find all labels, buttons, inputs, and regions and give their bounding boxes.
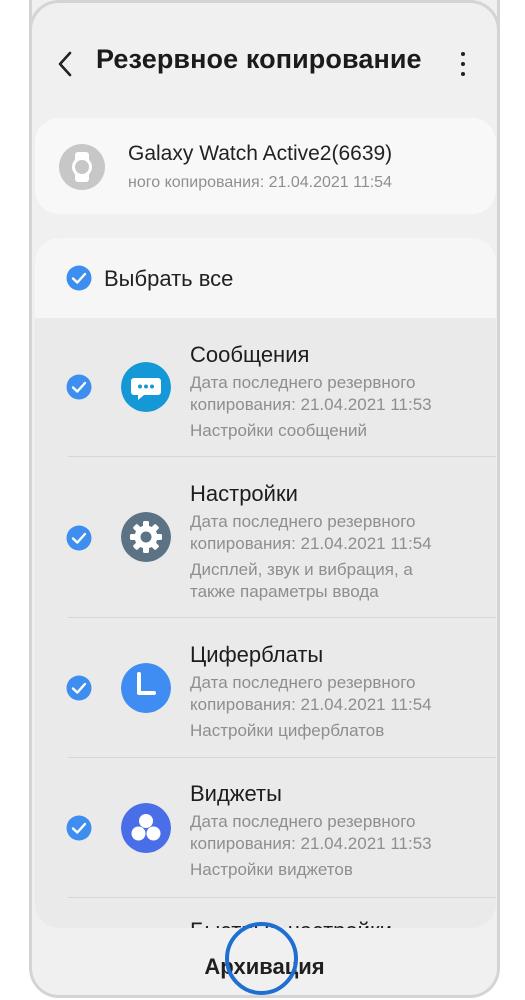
more-options-button[interactable] [450, 48, 476, 80]
backup-button[interactable]: Архивация [32, 930, 497, 995]
gear-icon [121, 512, 171, 562]
phone-frame: Резервное копирование Galaxy Watch Activ… [29, 0, 500, 998]
divider [68, 897, 496, 898]
select-all-row[interactable]: Выбрать все [35, 238, 496, 318]
item-description-line2: также параметры ввода [190, 582, 379, 601]
list-item-quick-settings[interactable]: Быстрые настройки [35, 899, 496, 928]
list-item-watch-faces[interactable]: Циферблаты Дата последнего резервного ко… [35, 619, 496, 758]
message-icon [121, 362, 171, 412]
page-title: Резервное копирование [96, 44, 422, 74]
device-name: Galaxy Watch Active2(6639) [128, 142, 393, 165]
list-item-settings[interactable]: Настройки Дата последнего резервного коп… [35, 458, 496, 618]
item-title: Настройки [190, 481, 298, 506]
divider [68, 617, 496, 618]
item-title: Виджеты [190, 781, 282, 806]
backup-button-label: Архивация [204, 954, 325, 979]
item-last-backup-line2: копирования: 21.04.2021 11:54 [190, 534, 432, 553]
checkbox-checked-icon[interactable] [66, 675, 92, 701]
item-title: Сообщения [190, 342, 310, 367]
device-card: Galaxy Watch Active2(6639) ного копирова… [35, 118, 496, 214]
checkbox-checked-icon[interactable] [66, 374, 92, 400]
divider [68, 456, 496, 457]
item-title: Циферблаты [190, 642, 324, 667]
list-item-widgets[interactable]: Виджеты Дата последнего резервного копир… [35, 759, 496, 898]
item-last-backup-line1: Дата последнего резервного [190, 512, 416, 531]
divider [68, 757, 496, 758]
chevron-left-icon [58, 51, 72, 77]
item-description: Настройки сообщений [190, 421, 368, 440]
watch-icon [59, 144, 105, 190]
item-title: Быстрые настройки [190, 918, 392, 928]
clock-icon [121, 663, 171, 713]
item-last-backup-line1: Дата последнего резервного [190, 673, 416, 692]
widgets-icon [121, 803, 171, 853]
checkbox-checked-icon[interactable] [66, 815, 92, 841]
device-last-backup: ного копирования: 21.04.2021 11:54 [128, 174, 392, 191]
item-last-backup-line2: копирования: 21.04.2021 11:54 [190, 695, 432, 714]
backup-items-list: Выбрать все Сообщения Дата последнего ре… [35, 238, 496, 928]
item-last-backup-line1: Дата последнего резервного [190, 373, 416, 392]
select-all-label: Выбрать все [104, 266, 234, 291]
item-last-backup-line2: копирования: 21.04.2021 11:53 [190, 395, 432, 414]
item-description-line1: Дисплей, звук и вибрация, а [190, 560, 413, 579]
item-last-backup-line2: копирования: 21.04.2021 11:53 [190, 834, 432, 853]
back-button[interactable] [52, 46, 84, 82]
checkbox-checked-icon[interactable] [66, 525, 92, 551]
list-item-messages[interactable]: Сообщения Дата последнего резервного коп… [35, 318, 496, 457]
item-description: Настройки циферблатов [190, 721, 385, 740]
item-last-backup-line1: Дата последнего резервного [190, 812, 416, 831]
item-description: Настройки виджетов [190, 860, 353, 879]
app-bar: Резервное копирование [32, 0, 497, 124]
checkbox-checked-icon[interactable] [66, 265, 92, 291]
